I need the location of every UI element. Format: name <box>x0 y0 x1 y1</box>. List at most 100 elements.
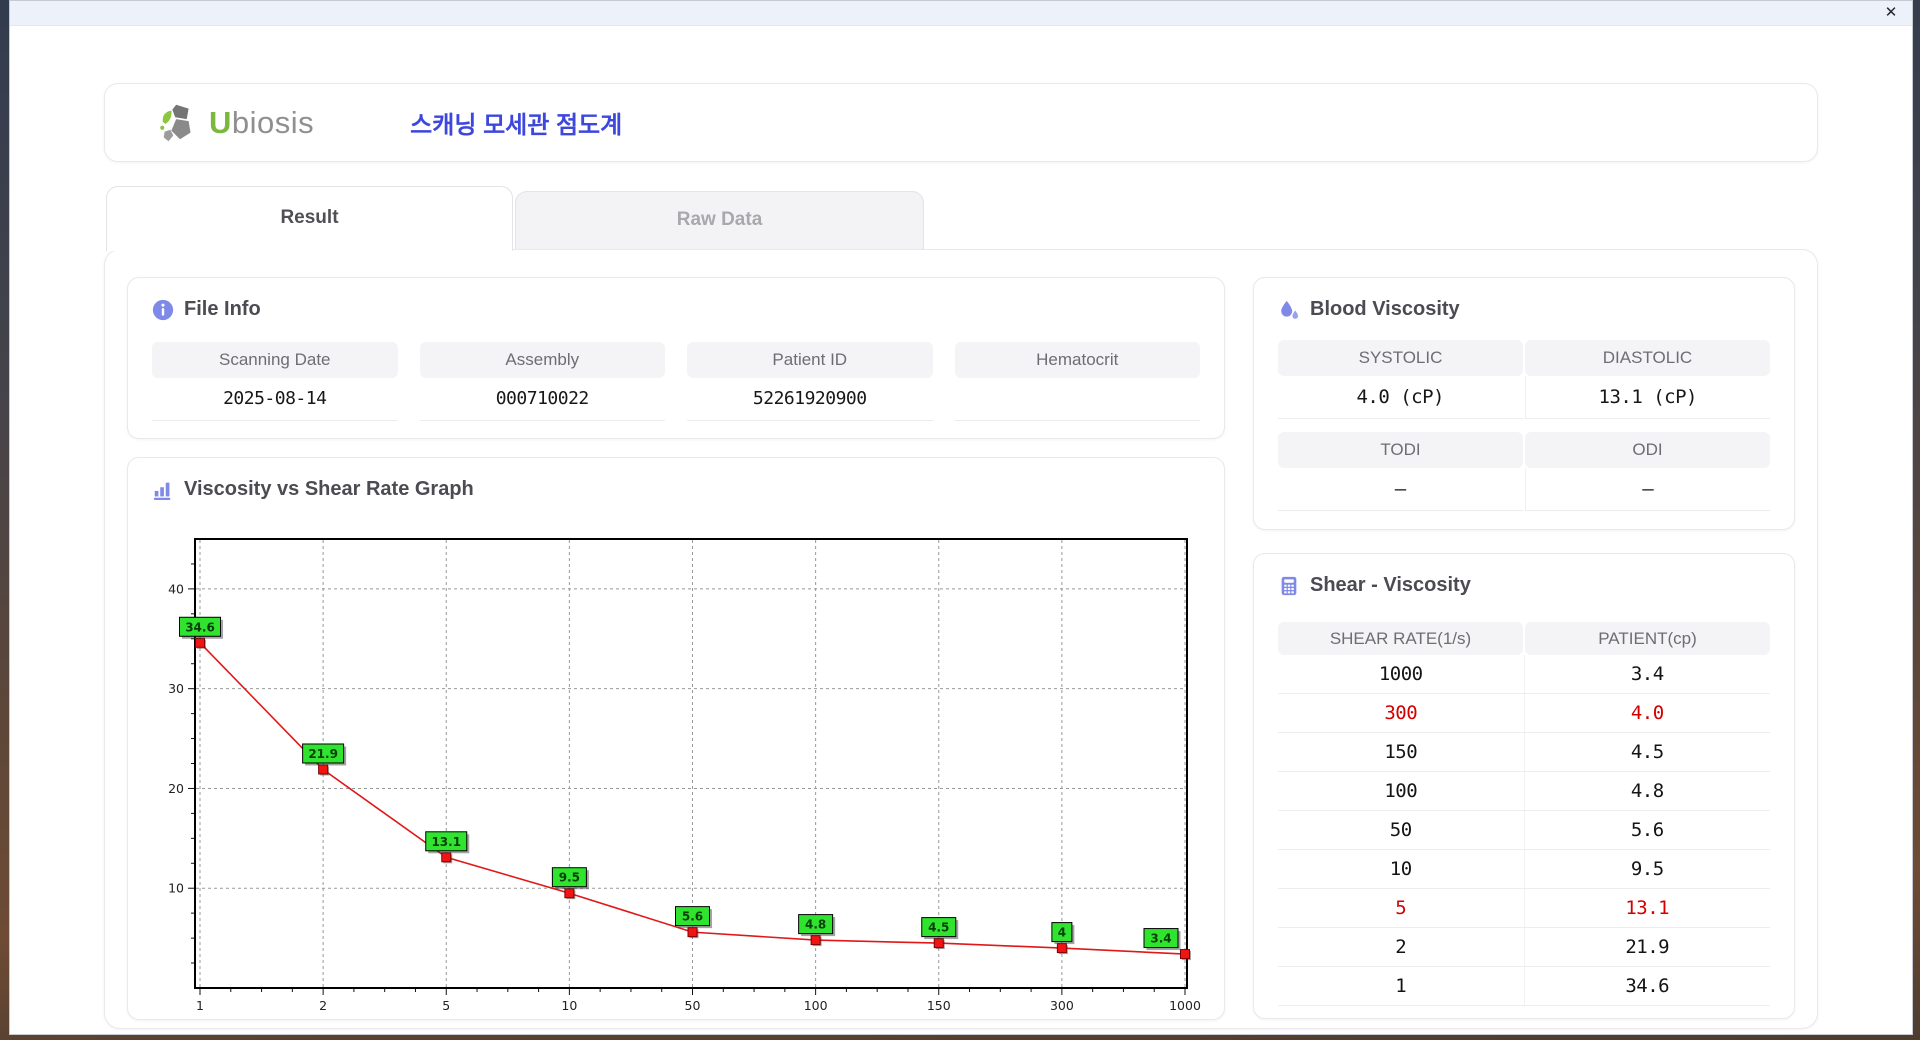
app-window: ✕ Ubiosis 스캐닝 모세관 점도계 Result Raw Data Fi… <box>9 0 1913 1035</box>
svg-text:10: 10 <box>168 881 184 896</box>
svg-text:4: 4 <box>1058 926 1066 940</box>
shear-table-row: 100 4.8 <box>1278 772 1770 811</box>
bv-group: TODI ODI – – <box>1278 432 1770 511</box>
svg-text:34.6: 34.6 <box>185 620 215 634</box>
file-info-field: Hematocrit <box>954 342 1200 421</box>
patient-cell: 5.6 <box>1523 811 1771 849</box>
svg-text:1000: 1000 <box>1169 998 1201 1013</box>
droplets-icon <box>1281 300 1299 319</box>
bv-group: SYSTOLIC DIASTOLIC 4.0 (cP) 13.1 (cP) <box>1278 340 1770 419</box>
shear-rate-cell: 10 <box>1389 858 1412 880</box>
bv-header-row: SYSTOLIC DIASTOLIC <box>1278 340 1770 376</box>
shear-table-row: 150 4.5 <box>1278 733 1770 772</box>
bv-value-row: 4.0 (cP) 13.1 (cP) <box>1278 376 1770 419</box>
svg-text:4.8: 4.8 <box>805 918 826 932</box>
svg-text:300: 300 <box>1050 998 1074 1013</box>
svg-text:3.4: 3.4 <box>1150 932 1171 946</box>
window-close-button[interactable]: ✕ <box>1880 2 1902 24</box>
shear-rate-cell: 1 <box>1395 975 1407 997</box>
bv-label: DIASTOLIC <box>1525 340 1770 376</box>
field-label: Scanning Date <box>152 342 398 378</box>
shear-table-row: 1000 3.4 <box>1278 655 1770 694</box>
field-value: 2025-08-14 <box>152 378 398 421</box>
file-info-field: Patient ID 52261920900 <box>687 342 933 421</box>
shear-table-row: 50 5.6 <box>1278 811 1770 850</box>
file-info-field: Scanning Date 2025-08-14 <box>152 342 398 421</box>
svg-text:4.5: 4.5 <box>928 921 949 935</box>
patient-cell: 13.1 <box>1523 889 1771 927</box>
patient-column-header: PATIENT(cp) <box>1525 622 1770 655</box>
shear-rate-cell: 2 <box>1395 936 1407 958</box>
shear-viscosity-table: SHEAR RATE(1/s) PATIENT(cp) 1000 3.4 300 4.… <box>1278 622 1770 1006</box>
patient-cell: 34.6 <box>1523 967 1771 1005</box>
brand-u: U <box>209 104 232 140</box>
file-info-field: Assembly 000710022 <box>419 342 665 421</box>
field-value: 000710022 <box>419 378 665 421</box>
field-label: Hematocrit <box>954 342 1200 378</box>
svg-text:30: 30 <box>168 681 184 696</box>
shear-rate-column-header: SHEAR RATE(1/s) <box>1278 622 1523 655</box>
brand-text: Ubiosis <box>209 105 314 141</box>
shear-rate-cell: 150 <box>1384 741 1418 763</box>
shear-rate-cell: 300 <box>1384 702 1418 724</box>
patient-cell: 4.8 <box>1523 772 1771 810</box>
bv-value: – <box>1278 468 1523 511</box>
svg-text:13.1: 13.1 <box>431 835 461 849</box>
svg-text:50: 50 <box>685 998 701 1013</box>
patient-cell: 4.0 <box>1523 694 1771 732</box>
svg-text:150: 150 <box>927 998 951 1013</box>
shear-rate-cell: 1000 <box>1378 663 1423 685</box>
file-info-title: File Info <box>184 298 261 320</box>
tab-raw-data[interactable]: Raw Data <box>515 191 924 250</box>
window-content: Ubiosis 스캐닝 모세관 점도계 Result Raw Data File… <box>10 26 1912 1034</box>
shear-table-row: 300 4.0 <box>1278 694 1770 733</box>
ubiosis-logo: Ubiosis <box>157 100 314 146</box>
patient-cell: 21.9 <box>1523 928 1771 966</box>
calculator-icon <box>1281 576 1297 595</box>
brand-rest: biosis <box>231 104 315 140</box>
svg-text:21.9: 21.9 <box>308 747 338 761</box>
svg-text:9.5: 9.5 <box>559 871 580 885</box>
bv-header-row: TODI ODI <box>1278 432 1770 468</box>
bv-value: – <box>1524 468 1770 511</box>
shear-table-row: 1 34.6 <box>1278 967 1770 1006</box>
shear-rate-cell: 100 <box>1384 780 1418 802</box>
svg-text:10: 10 <box>561 998 577 1013</box>
svg-text:2: 2 <box>319 998 327 1013</box>
bv-value: 13.1 (cP) <box>1524 376 1770 419</box>
field-value <box>954 378 1200 421</box>
svg-text:100: 100 <box>804 998 828 1013</box>
shear-rate-cell: 50 <box>1389 819 1412 841</box>
result-panel: File Info Scanning Date 2025-08-14 Assembl… <box>104 249 1818 1029</box>
patient-cell: 3.4 <box>1523 655 1771 693</box>
app-header: Ubiosis 스캐닝 모세관 점도계 <box>104 83 1818 162</box>
bv-label: TODI <box>1278 432 1523 468</box>
patient-cell: 4.5 <box>1523 733 1771 771</box>
tab-result[interactable]: Result <box>106 186 513 251</box>
svg-text:1: 1 <box>196 998 204 1013</box>
bv-label: SYSTOLIC <box>1278 340 1523 376</box>
shear-table-header: SHEAR RATE(1/s) PATIENT(cp) <box>1278 622 1770 655</box>
file-info-card: File Info Scanning Date 2025-08-14 Assembl… <box>127 277 1225 439</box>
graph-card: Viscosity vs Shear Rate Graph 10 20 30 40 1 2… <box>127 457 1225 1020</box>
page-title: 스캐닝 모세관 점도계 <box>410 112 623 139</box>
info-icon <box>152 299 174 320</box>
bv-value: 4.0 (cP) <box>1278 376 1523 419</box>
patient-cell: 9.5 <box>1523 850 1771 888</box>
svg-text:20: 20 <box>168 781 184 796</box>
shear-table-row: 10 9.5 <box>1278 850 1770 889</box>
field-label: Assembly <box>419 342 665 378</box>
svg-text:5: 5 <box>442 998 450 1013</box>
svg-text:40: 40 <box>168 581 184 596</box>
blood-viscosity-title: Blood Viscosity <box>1310 298 1460 320</box>
shear-table-row: 5 13.1 <box>1278 889 1770 928</box>
field-value: 52261920900 <box>687 378 933 421</box>
window-titlebar: ✕ <box>10 1 1912 26</box>
svg-text:5.6: 5.6 <box>682 910 703 924</box>
blood-viscosity-table: SYSTOLIC DIASTOLIC 4.0 (cP) 13.1 (cP) TODI OD… <box>1278 340 1770 524</box>
shear-viscosity-title: Shear - Viscosity <box>1310 574 1471 596</box>
field-label: Patient ID <box>687 342 933 378</box>
bv-value-row: – – <box>1278 468 1770 511</box>
file-info-fields: Scanning Date 2025-08-14 Assembly 000710022… <box>152 342 1200 421</box>
shear-rate-cell: 5 <box>1395 897 1407 919</box>
